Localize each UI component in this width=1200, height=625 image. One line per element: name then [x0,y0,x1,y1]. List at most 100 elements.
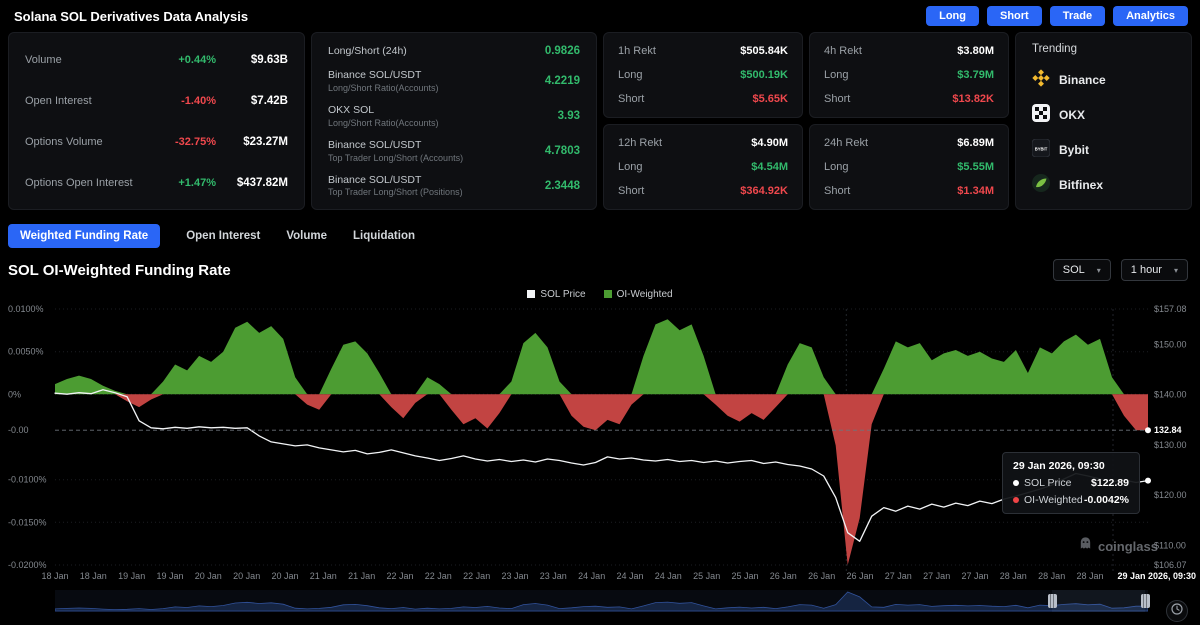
funding-rate-chart: 0.0100%0.0050%0%-0.0100%-0.0150%-0.0200%… [0,302,1200,584]
tab-weighted-funding-rate[interactable]: Weighted Funding Rate [8,224,160,248]
stat-change: -32.75% [154,136,216,148]
trending-item-bybit[interactable]: BYBIT Bybit [1032,139,1175,160]
ratio-label: Binance SOL/USDT [328,139,463,153]
svg-text:-0.0100%: -0.0100% [8,475,47,485]
svg-text:$150.00: $150.00 [1154,340,1187,350]
svg-text:-0.0150%: -0.0150% [8,517,47,527]
svg-text:20 Jan: 20 Jan [233,571,260,581]
interval-select-value: 1 hour [1131,264,1162,276]
chart-legend: SOL Price OI-Weighted [0,288,1200,300]
trade-button[interactable]: Trade [1050,6,1105,26]
options-volume-row: Options Volume -32.75% $23.27M [25,136,288,148]
rekt-long-label: Long [824,69,848,81]
rekt-long-label: Long [618,69,642,81]
chart-tooltip: 29 Jan 2026, 09:30 SOL Price $122.89 OI-… [1002,452,1140,514]
svg-text:26 Jan: 26 Jan [770,571,797,581]
tooltip-date: 29 Jan 2026, 09:30 [1013,460,1129,472]
watermark-text: coinglass [1098,539,1158,554]
svg-text:28 Jan: 28 Jan [1038,571,1065,581]
rekt-4h-card: 4h Rekt $3.80M Long $3.79M Short $13.82K [809,32,1009,118]
tab-open-interest[interactable]: Open Interest [186,230,260,242]
short-button[interactable]: Short [987,6,1042,26]
svg-text:28 Jan: 28 Jan [1000,571,1027,581]
oi-weighted-dot-icon [1013,497,1019,503]
tooltip-label: SOL Price [1024,477,1091,489]
bitfinex-icon [1032,174,1050,195]
svg-text:22 Jan: 22 Jan [425,571,452,581]
rekt-short-label: Short [618,93,644,105]
svg-text:24 Jan: 24 Jan [578,571,605,581]
chart-title: SOL OI-Weighted Funding Rate [8,262,231,279]
rekt-long-value: $5.55M [957,161,994,173]
stat-label: Volume [25,54,154,66]
market-stats-card: Volume +0.44% $9.63B Open Interest -1.40… [8,32,305,210]
rekt-long-label: Long [618,161,642,173]
svg-text:132.84: 132.84 [1154,425,1182,435]
chart-plot-area[interactable]: 0.0100%0.0050%0%-0.0100%-0.0150%-0.0200%… [0,302,1200,584]
chart-tabs: Weighted Funding Rate Open Interest Volu… [8,224,1200,248]
trending-item-okx[interactable]: OKX [1032,104,1175,125]
navigator-window[interactable] [1052,590,1145,612]
long-short-ratios-card: Long/Short (24h) 0.9826 Binance SOL/USDT… [311,32,597,210]
svg-text:19 Jan: 19 Jan [156,571,183,581]
ratio-label: Binance SOL/USDT [328,69,439,83]
svg-text:-0.0200%: -0.0200% [8,560,47,570]
symbol-select[interactable]: SOL ▾ [1053,259,1111,281]
trending-item-binance[interactable]: Binance [1032,69,1175,90]
okx-icon [1032,104,1050,125]
bybit-icon: BYBIT [1032,139,1050,160]
tab-volume[interactable]: Volume [286,230,327,242]
svg-text:22 Jan: 22 Jan [463,571,490,581]
svg-text:24 Jan: 24 Jan [616,571,643,581]
tooltip-row: SOL Price $122.89 [1013,477,1129,489]
rekt-short-value: $13.82K [952,93,994,105]
chart-header: SOL OI-Weighted Funding Rate SOL ▾ 1 hou… [8,258,1188,282]
rekt-short-label: Short [618,185,644,197]
chart-navigator[interactable] [55,590,1148,612]
legend-label: SOL Price [540,289,585,300]
legend-sol-price[interactable]: SOL Price [527,289,585,300]
stat-value: $7.42B [216,95,288,107]
stat-change: +0.44% [154,54,216,66]
navigator-right-handle[interactable] [1141,594,1150,608]
ratio-label: Long/Short (24h) [328,45,407,59]
svg-text:$120.00: $120.00 [1154,490,1187,500]
ratio-row: Long/Short (24h) 0.9826 [328,45,580,59]
legend-oi-weighted[interactable]: OI-Weighted [604,289,673,300]
rekt-short-value: $5.65K [753,93,788,105]
rekt-long-value: $4.54M [751,161,788,173]
tab-liquidation[interactable]: Liquidation [353,230,415,242]
svg-text:24 Jan: 24 Jan [655,571,682,581]
history-button[interactable] [1166,600,1188,622]
svg-text:0.0100%: 0.0100% [8,304,44,314]
svg-text:21 Jan: 21 Jan [348,571,375,581]
interval-select[interactable]: 1 hour ▾ [1121,259,1188,281]
trending-item-bitfinex[interactable]: Bitfinex [1032,174,1175,195]
analytics-button[interactable]: Analytics [1113,6,1188,26]
long-button[interactable]: Long [926,6,979,26]
svg-text:27 Jan: 27 Jan [923,571,950,581]
svg-text:21 Jan: 21 Jan [310,571,337,581]
navigator-mini-chart [55,590,1148,612]
ratio-sublabel: Long/Short Ratio(Accounts) [328,118,439,128]
svg-text:20 Jan: 20 Jan [195,571,222,581]
ratio-row: Binance SOL/USDT Top Trader Long/Short (… [328,174,580,198]
stat-value: $23.27M [216,136,288,148]
rekt-long-value: $3.79M [957,69,994,81]
stat-label: Open Interest [25,95,154,107]
binance-icon [1032,69,1050,90]
rekt-title: 24h Rekt [824,137,868,149]
tooltip-row: OI-Weighted -0.0042% [1013,494,1129,506]
coinglass-ghost-icon [1078,536,1093,556]
navigator-left-handle[interactable] [1048,594,1057,608]
svg-text:$157.08: $157.08 [1154,304,1187,314]
rekt-short-value: $364.92K [740,185,788,197]
trending-title: Trending [1032,43,1175,55]
tooltip-value: -0.0042% [1084,494,1129,506]
tooltip-value: $122.89 [1091,477,1129,489]
svg-text:19 Jan: 19 Jan [118,571,145,581]
rekt-long-label: Long [824,161,848,173]
watermark: coinglass [1078,536,1158,556]
rekt-title: 1h Rekt [618,45,656,57]
trending-item-label: Binance [1059,73,1106,87]
